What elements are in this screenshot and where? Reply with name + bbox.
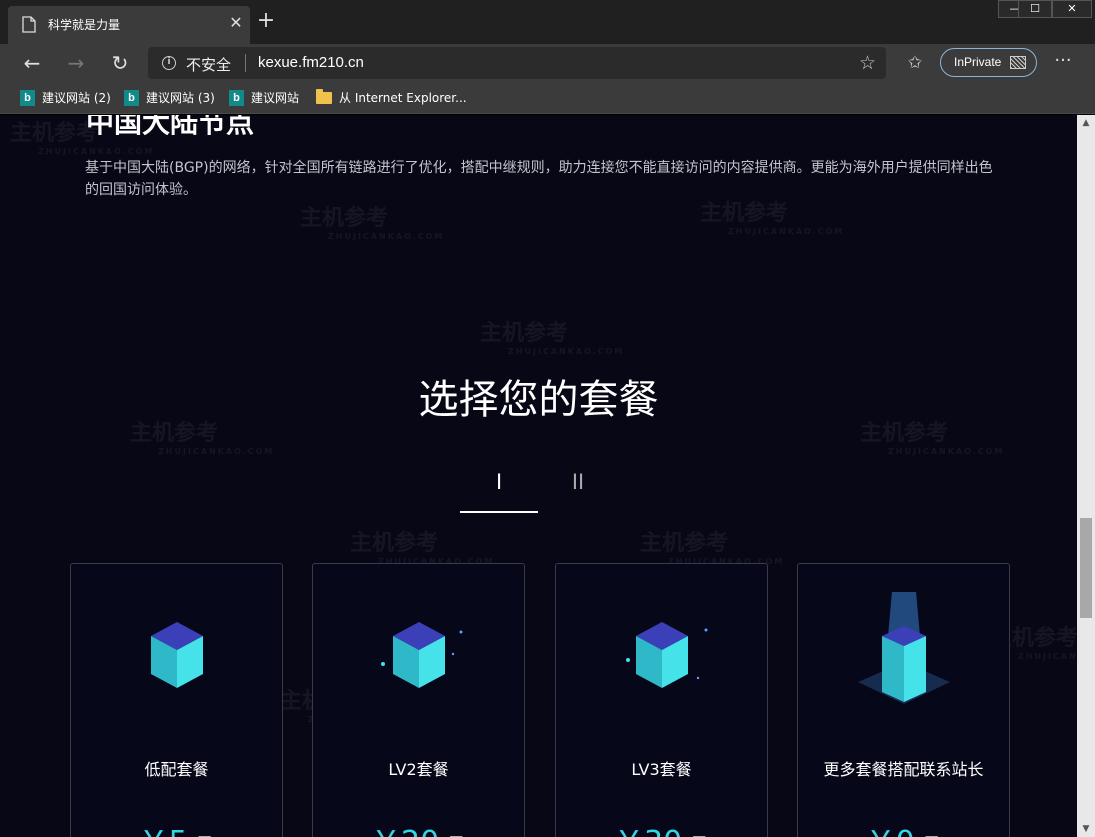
vertical-scrollbar[interactable]: ▲ ▼ (1077, 115, 1095, 837)
address-bar[interactable]: i 不安全 kexue.fm210.cn ☆ (148, 47, 886, 79)
cube-icon (381, 622, 463, 688)
favorite-item[interactable]: b 建议网站 (2) (20, 89, 120, 107)
plan-tab-2[interactable]: II (539, 469, 617, 495)
scroll-down-icon[interactable]: ▼ (1077, 821, 1095, 837)
plan-card[interactable]: LV2套餐 ￥20/月 (312, 563, 525, 837)
title-bar: 科学就是力量 ✕ + — ☐ ✕ (0, 0, 1095, 44)
plan-name: 更多套餐搭配联系站长 (823, 760, 984, 779)
info-icon[interactable]: i (162, 56, 176, 70)
back-arrow-icon[interactable]: ← (18, 50, 46, 76)
address-toolbar: ← → ↻ i 不安全 kexue.fm210.cn ☆ ✩ InPrivate… (0, 44, 1095, 82)
browser-tab[interactable]: 科学就是力量 ✕ (8, 6, 250, 44)
plan-price: ￥30/月 (556, 817, 767, 837)
forward-arrow-icon[interactable]: → (62, 50, 90, 76)
scroll-thumb[interactable] (1080, 518, 1092, 618)
page-content: 主机参考 ZHUJICANKAO.COM 主机参考 ZHUJICANKAO.COM … (0, 115, 1077, 837)
price-unit: /月 (682, 833, 709, 837)
plan-card[interactable]: 低配套餐 ￥5/月 (70, 563, 283, 837)
cube-icon (626, 622, 708, 688)
inprivate-label: InPrivate (954, 55, 1002, 69)
favorite-item[interactable]: b 建议网站 (229, 89, 309, 107)
bing-icon: b (229, 90, 244, 106)
plan-name: LV2套餐 (388, 760, 449, 779)
divider (245, 54, 246, 72)
plan-name: 低配套餐 (144, 760, 209, 779)
watermark: 主机参考ZHUJICANKAO.COM (480, 321, 625, 356)
close-window-button[interactable]: ✕ (1052, 0, 1092, 18)
watermark: 主机参考ZHUJICANKAO.COM (350, 531, 495, 566)
watermark: 主机参考ZHUJICANKAO.COM (700, 201, 845, 236)
page-icon (22, 16, 36, 33)
watermark: 主机参考ZHUJICANKAO.COM (640, 531, 785, 566)
plan-card[interactable]: 更多套餐搭配联系站长 ￥0/月 (797, 563, 1010, 837)
more-icon[interactable]: ··· (1050, 50, 1076, 76)
active-tab-indicator (460, 511, 538, 513)
bing-icon: b (20, 90, 35, 106)
section-title: 选择您的套餐 (418, 377, 659, 423)
favorite-label: 建议网站 (2) (42, 91, 111, 105)
hero-title: 中国大陆节点 (86, 115, 255, 139)
favorite-item[interactable]: b 建议网站 (3) (124, 89, 224, 107)
folder-icon (316, 89, 332, 104)
star-icon[interactable]: ☆ (859, 52, 876, 74)
security-label[interactable]: 不安全 (186, 54, 231, 75)
plan-price: ￥0/月 (798, 817, 1009, 837)
inprivate-button[interactable]: InPrivate (940, 48, 1037, 77)
price-value: ￥30 (614, 825, 682, 837)
favorite-label: 建议网站 (251, 91, 300, 105)
url-text[interactable]: kexue.fm210.cn (258, 54, 364, 71)
watermark: 主机参考ZHUJICANKAO.COM (300, 206, 445, 241)
plan-name: LV3套餐 (631, 760, 692, 779)
hero-description: 基于中国大陆(BGP)的网络，针对全国所有链路进行了优化，搭配中继规则，助力连接… (85, 160, 993, 198)
price-unit: /月 (915, 833, 942, 837)
favorites-star-icon[interactable]: ✩ (904, 50, 926, 76)
favorite-label: 建议网站 (3) (146, 91, 215, 105)
server-tower-icon (858, 592, 950, 704)
favorite-label: 从 Internet Explorer... (339, 91, 467, 105)
price-value: ￥5 (139, 825, 188, 837)
plan-tab-1[interactable]: I (460, 469, 538, 495)
refresh-icon[interactable]: ↻ (106, 50, 134, 76)
tab-title: 科学就是力量 (48, 18, 121, 32)
close-tab-icon[interactable]: ✕ (227, 13, 245, 33)
plan-card[interactable]: LV3套餐 ￥30/月 (555, 563, 768, 837)
inprivate-icon (1010, 56, 1026, 69)
price-unit: /月 (439, 833, 466, 837)
maximize-button[interactable]: ☐ (1018, 0, 1052, 18)
price-value: ￥20 (371, 825, 439, 837)
price-value: ￥0 (866, 825, 915, 837)
favorite-folder[interactable]: 从 Internet Explorer... (316, 89, 467, 107)
plan-price: ￥20/月 (313, 817, 524, 837)
plus-icon[interactable]: + (255, 10, 277, 32)
scroll-up-icon[interactable]: ▲ (1077, 115, 1095, 131)
price-unit: /月 (188, 833, 215, 837)
favorites-bar: b 建议网站 (2) b 建议网站 (3) b 建议网站 从 Internet … (0, 82, 1095, 114)
plan-price: ￥5/月 (71, 817, 282, 837)
cube-icon (151, 622, 203, 688)
bing-icon: b (124, 90, 139, 106)
